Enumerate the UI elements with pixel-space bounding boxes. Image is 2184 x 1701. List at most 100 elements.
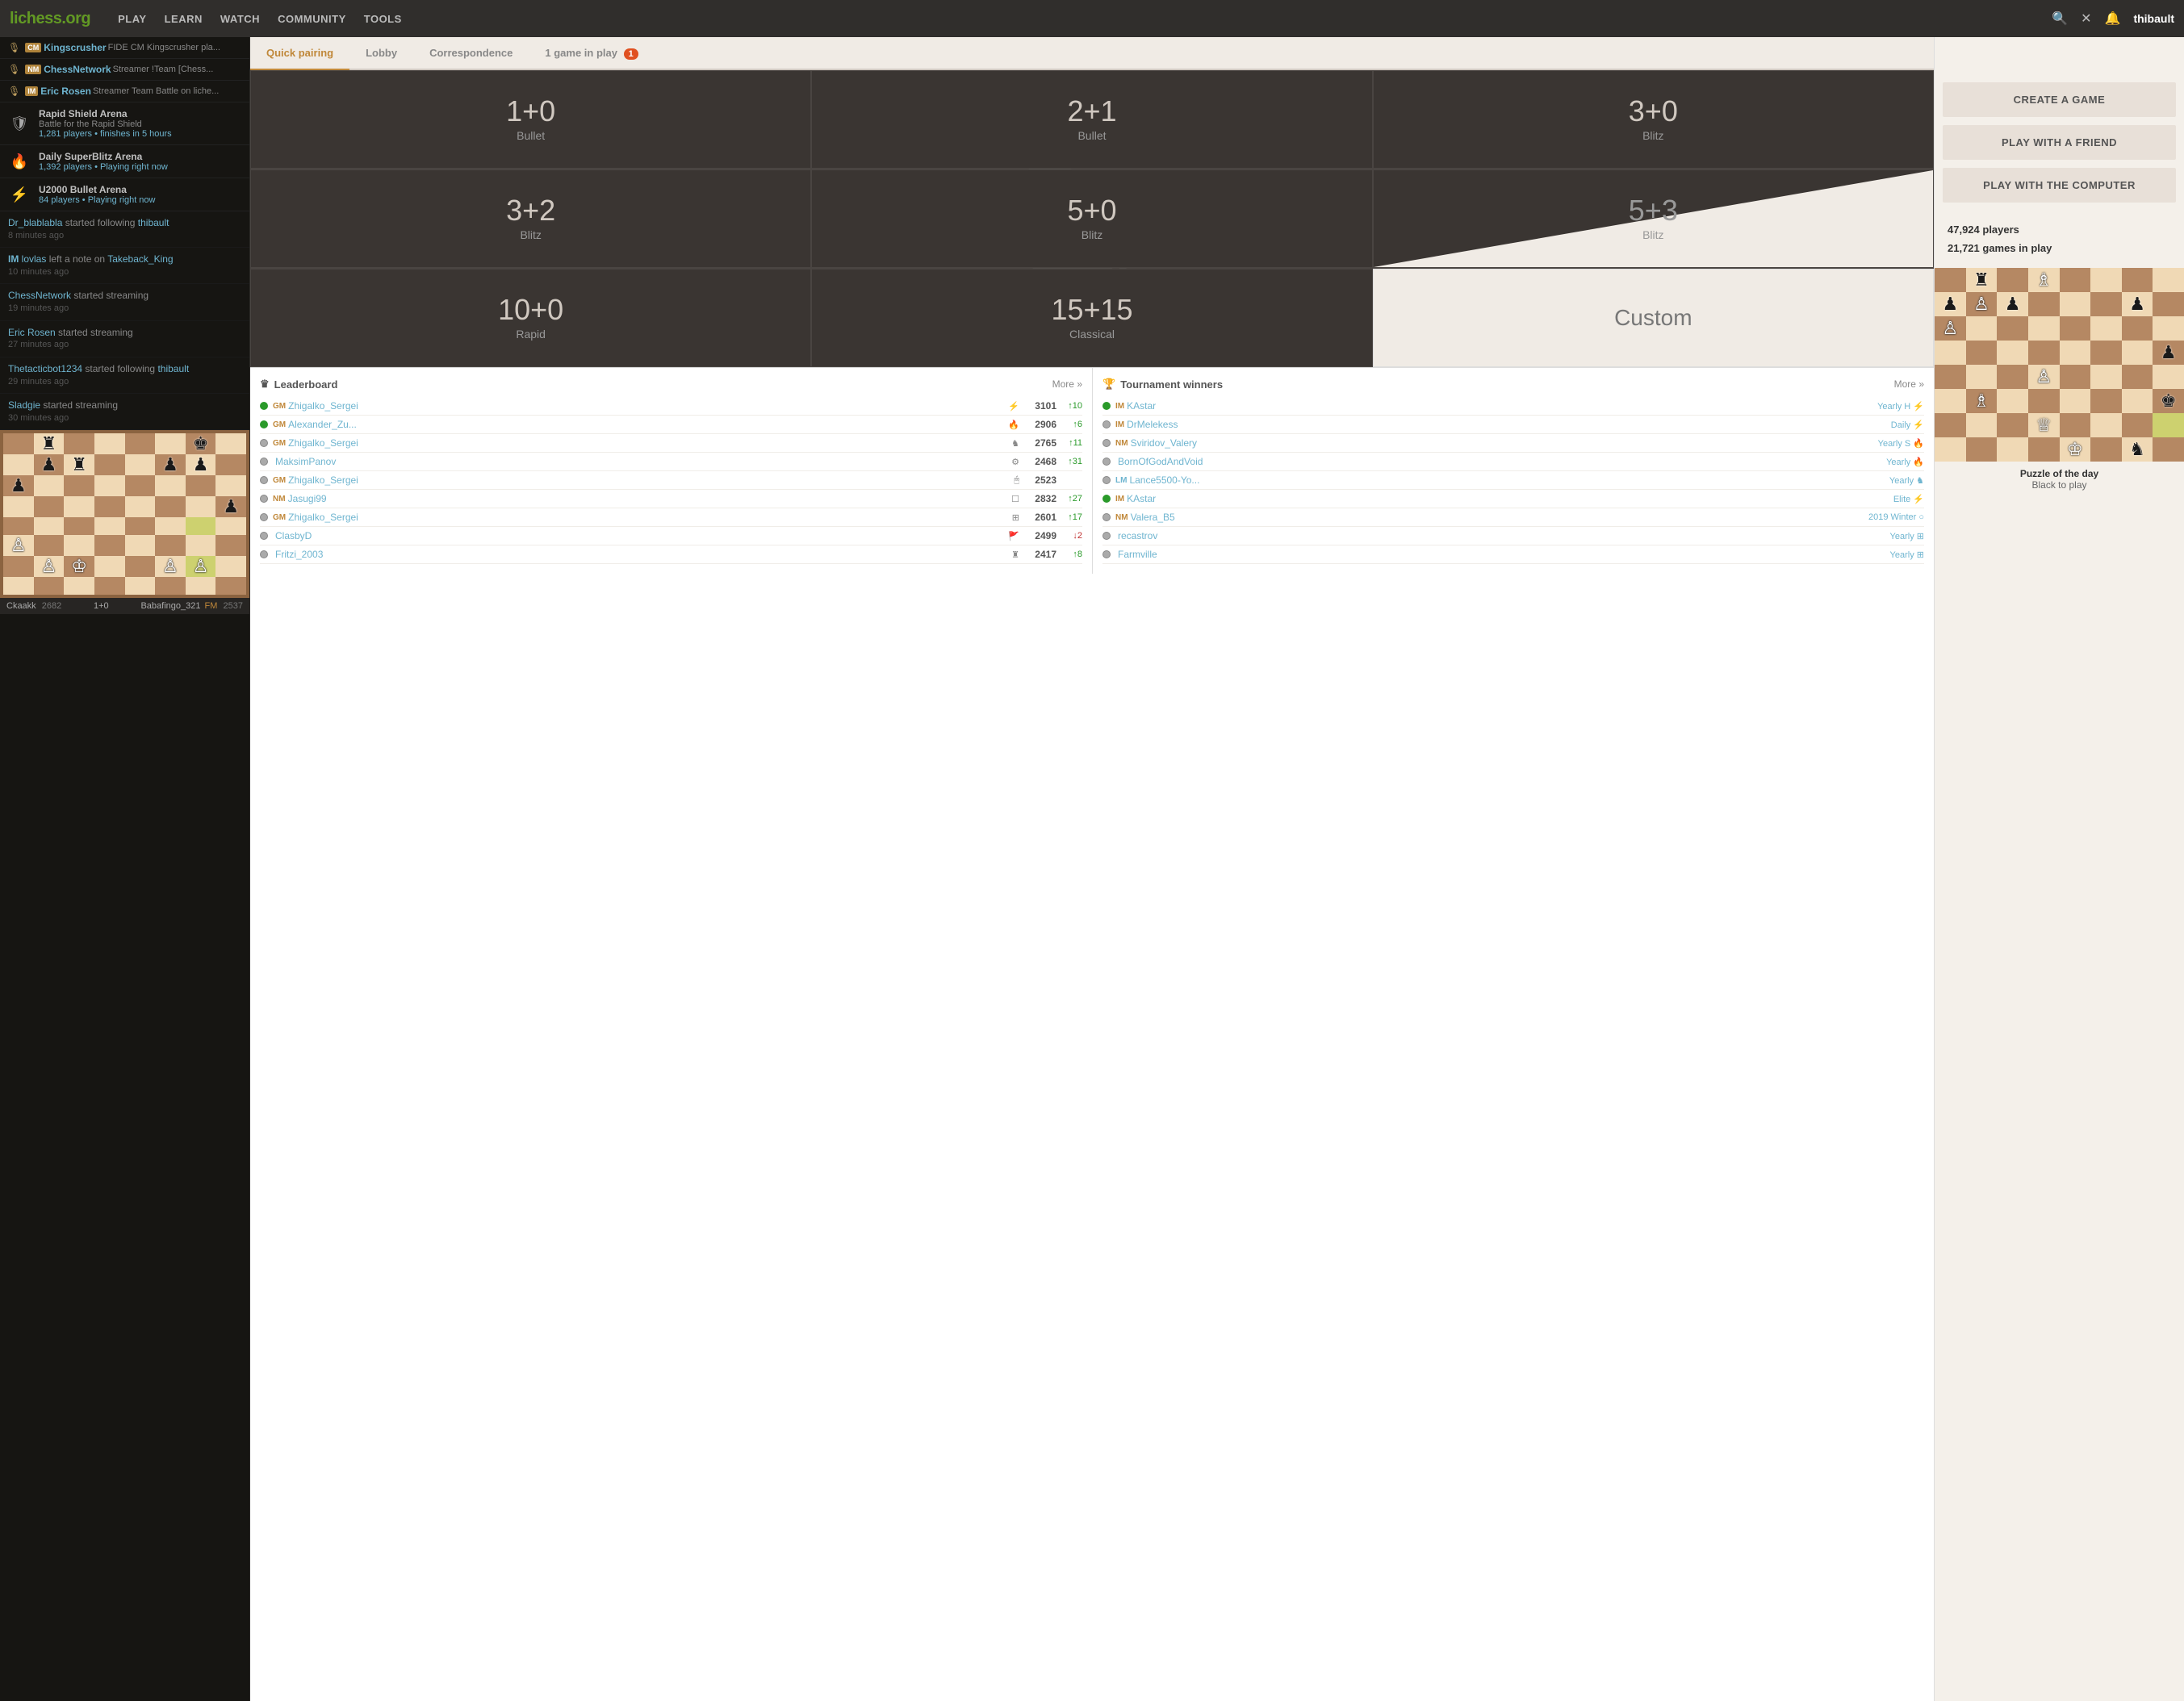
leaderboard-more[interactable]: More » — [1052, 378, 1082, 390]
tw-row[interactable]: IM KAstar Yearly H ⚡ — [1102, 397, 1924, 416]
lb-row[interactable]: NM Jasugi99 ☐ 2832 ↑27 — [260, 490, 1082, 508]
tw-online — [1102, 458, 1111, 466]
pairing-type: Blitz — [520, 228, 541, 241]
username[interactable]: thibault — [2133, 12, 2174, 25]
sq-pa3 — [1935, 389, 1966, 413]
sq-pf4 — [2090, 365, 2122, 389]
tw-tournament: Yearly ⊞ — [1890, 550, 1924, 560]
tw-row[interactable]: IM DrMelekess Daily ⚡ — [1102, 416, 1924, 434]
pairing-1-1[interactable]: 2+1 Bullet — [811, 70, 1372, 169]
tab-quick-pairing[interactable]: Quick pairing — [250, 37, 349, 70]
sq-pb7: ♙ — [1966, 292, 1998, 316]
tw-row[interactable]: NM Valera_B5 2019 Winter ○ — [1102, 508, 1924, 527]
activity-user[interactable]: Sladgie — [8, 399, 40, 411]
sq-ph6 — [2153, 316, 2184, 341]
lb-trend: ↑31 — [1056, 457, 1082, 466]
tw-tournament: Yearly S 🔥 — [1878, 438, 1924, 449]
mini-board-container[interactable]: ♜ ♚ ♟ ♜ ♟ ♟ ♟ — [0, 430, 249, 614]
lb-row[interactable]: GM Alexander_Zu... 🔥 2906 ↑6 — [260, 416, 1082, 434]
nav-play[interactable]: PLAY — [110, 10, 154, 28]
lb-row[interactable]: ClasbyD 🚩 2499 ↓2 — [260, 527, 1082, 545]
tab-game-in-play[interactable]: 1 game in play 1 — [529, 37, 654, 70]
pairing-row-2: 3+2 Blitz 5+0 Blitz 5+3 Blitz — [250, 169, 1934, 268]
lb-row[interactable]: GM Zhigalko_Sergei 🖱 2523 — [260, 471, 1082, 490]
lb-row[interactable]: MaksimPanov ⚙ 2468 ↑31 — [260, 453, 1082, 471]
pairing-2-1[interactable]: 5+0 Blitz — [811, 169, 1372, 268]
sq-d5 — [94, 496, 125, 517]
pairing-2-2[interactable]: 5+3 Blitz — [1373, 169, 1934, 268]
activity-user[interactable]: ChessNetwork — [8, 290, 71, 301]
tournament-card[interactable]: 🔥 Daily SuperBlitz Arena 1,392 players •… — [0, 145, 249, 178]
search-icon[interactable]: 🔍 — [2052, 10, 2068, 27]
right-spacer — [1935, 37, 2184, 74]
lb-title: GM — [273, 513, 286, 522]
lb-game-icon: ⚡ — [1008, 401, 1019, 412]
logo[interactable]: lichess.org — [10, 10, 90, 28]
streamer-title: NM — [25, 65, 41, 74]
activity-target[interactable]: thibault — [157, 363, 189, 374]
pairing-custom[interactable]: Custom — [1373, 269, 1934, 367]
nav-community[interactable]: COMMUNITY — [270, 10, 354, 28]
play-friend-button[interactable]: PLAY WITH A FRIEND — [1943, 125, 2176, 160]
nav-learn[interactable]: LEARN — [157, 10, 211, 28]
nav-tools[interactable]: TOOLS — [356, 10, 410, 28]
sq-ph4 — [2153, 365, 2184, 389]
tournament-card[interactable]: 🛡 Rapid Shield Arena Battle for the Rapi… — [0, 102, 249, 145]
lb-game-icon: ⚙ — [1011, 457, 1019, 467]
close-icon[interactable]: ✕ — [2081, 10, 2091, 27]
pairing-1-2[interactable]: 3+0 Blitz — [1373, 70, 1934, 169]
sq-h1 — [215, 577, 246, 595]
online-indicator — [260, 439, 268, 447]
lb-row[interactable]: Fritzi_2003 ♜ 2417 ↑8 — [260, 545, 1082, 564]
tw-row[interactable]: IM KAstar Elite ⚡ — [1102, 490, 1924, 508]
sq-pe8 — [2060, 268, 2091, 292]
tw-row[interactable]: Farmville Yearly ⊞ — [1102, 545, 1924, 564]
tournament-card[interactable]: ⚡ U2000 Bullet Arena 84 players • Playin… — [0, 178, 249, 211]
lb-row[interactable]: GM Zhigalko_Sergei ⚡ 3101 ↑10 — [260, 397, 1082, 416]
sq-pb3: ♗ — [1966, 389, 1998, 413]
create-game-button[interactable]: CREATE A GAME — [1943, 82, 2176, 117]
sq-a5 — [3, 496, 34, 517]
sq-e6 — [125, 475, 156, 496]
pairing-1-0[interactable]: 1+0 Bullet — [250, 70, 811, 169]
tw-row[interactable]: NM Sviridov_Valery Yearly S 🔥 — [1102, 434, 1924, 453]
sq-ph8 — [2153, 268, 2184, 292]
lb-row[interactable]: GM Zhigalko_Sergei ⊞ 2601 ↑17 — [260, 508, 1082, 527]
nav-watch[interactable]: WATCH — [212, 10, 268, 28]
activity-user[interactable]: IM lovlas — [8, 253, 46, 265]
tab-lobby[interactable]: Lobby — [349, 37, 413, 70]
tournament-winners-more[interactable]: More » — [1894, 378, 1924, 390]
activity-target[interactable]: Takeback_King — [107, 253, 173, 265]
streamer-item[interactable]: 🎙 IM Eric Rosen Streamer Team Battle on … — [0, 81, 249, 102]
puzzle-board-container[interactable]: ♜ ♗ ♟ ♙ ♟ ♟ ♙ — [1935, 268, 2184, 497]
tw-name: DrMelekess — [1127, 419, 1891, 430]
streamer-item[interactable]: 🎙 CM Kingscrusher FIDE CM Kingscrusher p… — [0, 37, 249, 59]
lb-row[interactable]: GM Zhigalko_Sergei ♞ 2765 ↑11 — [260, 434, 1082, 453]
sq-d2 — [94, 556, 125, 577]
sq-e8 — [125, 433, 156, 454]
sq-a8 — [3, 433, 34, 454]
notification-icon[interactable]: 🔔 — [2105, 10, 2121, 27]
pairing-3-1[interactable]: 15+15 Classical — [811, 269, 1372, 367]
lb-rating: 3101 — [1023, 400, 1056, 412]
sq-pc5 — [1997, 341, 2028, 365]
tournament-name: Daily SuperBlitz Arena — [39, 151, 241, 162]
lb-title: NM — [273, 495, 286, 504]
tab-correspondence[interactable]: Correspondence — [413, 37, 529, 70]
sq-b1 — [34, 577, 65, 595]
tw-row[interactable]: LM Lance5500-Yo... Yearly ♞ — [1102, 471, 1924, 490]
tw-row[interactable]: recastrov Yearly ⊞ — [1102, 527, 1924, 545]
play-computer-button[interactable]: PLAY WITH THE COMPUTER — [1943, 168, 2176, 203]
activity-user[interactable]: Dr_blablabla — [8, 217, 62, 228]
sq-ph2 — [2153, 413, 2184, 437]
pairing-2-0[interactable]: 3+2 Blitz — [250, 169, 811, 268]
activity-target[interactable]: thibault — [138, 217, 169, 228]
streamer-item[interactable]: 🎙 NM ChessNetwork Streamer !Team [Chess.… — [0, 59, 249, 81]
lb-rating: 2765 — [1023, 437, 1056, 449]
activity-user[interactable]: Eric Rosen — [8, 327, 56, 338]
bolt-icon: ⚡ — [8, 186, 31, 203]
pairing-3-0[interactable]: 10+0 Rapid — [250, 269, 811, 367]
activity-user[interactable]: Thetacticbot1234 — [8, 363, 82, 374]
tw-row[interactable]: BornOfGodAndVoid Yearly 🔥 — [1102, 453, 1924, 471]
lb-game-icon: 🔥 — [1008, 420, 1019, 430]
